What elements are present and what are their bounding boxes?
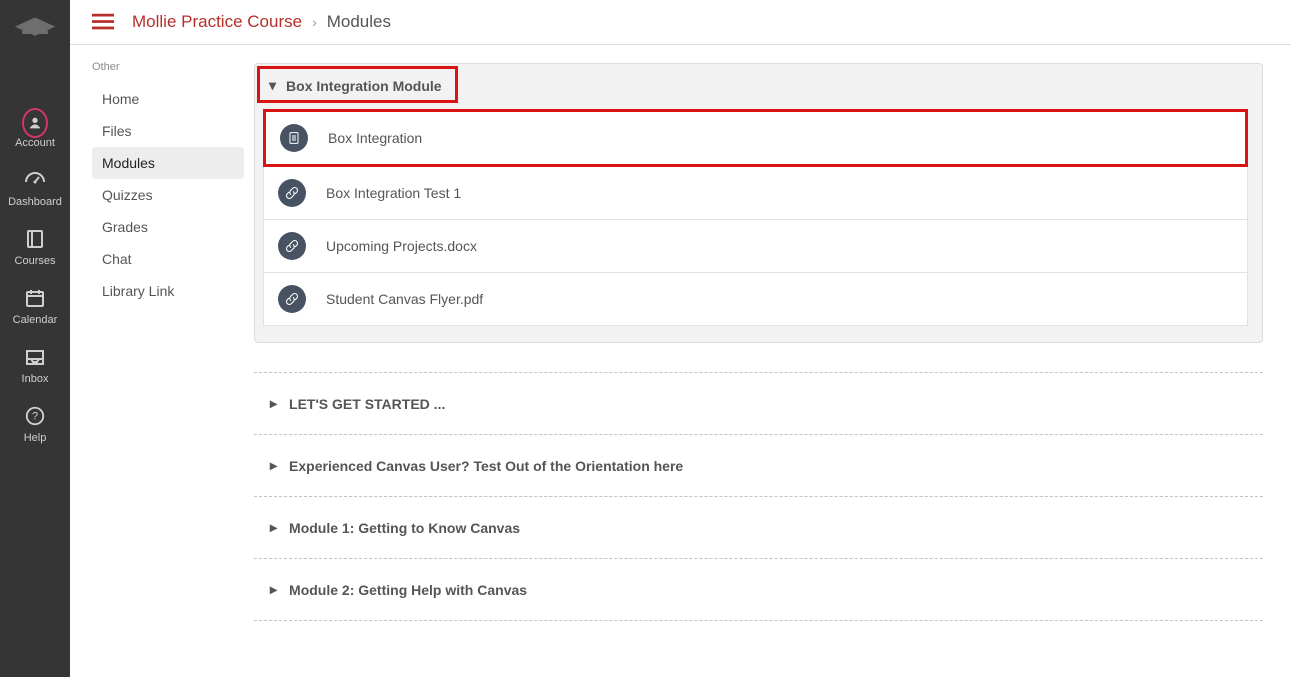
course-nav-section-label: Other bbox=[92, 61, 254, 73]
module-item-upcoming-projects[interactable]: Upcoming Projects.docx bbox=[263, 220, 1248, 273]
nav-inbox[interactable]: Inbox bbox=[0, 342, 70, 387]
modules-area: ▾ Box Integration Module Box Integration bbox=[254, 45, 1291, 677]
main-area: Mollie Practice Course › Modules Other H… bbox=[70, 0, 1291, 677]
module-2-getting-help-with-canvas[interactable]: ▸ Module 2: Getting Help with Canvas bbox=[254, 558, 1263, 621]
logo-icon bbox=[13, 12, 57, 56]
module-title: LET'S GET STARTED ... bbox=[289, 396, 445, 412]
nav-label: Account bbox=[15, 137, 55, 149]
module-item-student-canvas-flyer[interactable]: Student Canvas Flyer.pdf bbox=[263, 273, 1248, 326]
module-item-box-integration[interactable]: Box Integration bbox=[263, 109, 1248, 167]
course-nav-modules[interactable]: Modules bbox=[92, 147, 244, 179]
caret-right-icon: ▸ bbox=[270, 395, 277, 412]
course-nav-chat[interactable]: Chat bbox=[92, 243, 244, 275]
module-1-getting-to-know-canvas[interactable]: ▸ Module 1: Getting to Know Canvas bbox=[254, 496, 1263, 559]
book-icon bbox=[22, 226, 48, 252]
module-item-label: Student Canvas Flyer.pdf bbox=[326, 291, 483, 307]
nav-account[interactable]: Account bbox=[0, 106, 70, 151]
breadcrumb: Mollie Practice Course › Modules bbox=[132, 12, 391, 32]
course-nav-grades[interactable]: Grades bbox=[92, 211, 244, 243]
chevron-right-icon: › bbox=[312, 14, 317, 30]
module-item-label: Upcoming Projects.docx bbox=[326, 238, 477, 254]
module-box-integration: ▾ Box Integration Module Box Integration bbox=[254, 63, 1263, 343]
module-experienced-canvas-user[interactable]: ▸ Experienced Canvas User? Test Out of t… bbox=[254, 434, 1263, 497]
nav-label: Inbox bbox=[22, 373, 49, 385]
module-title: Experienced Canvas User? Test Out of the… bbox=[289, 458, 683, 474]
nav-label: Dashboard bbox=[8, 196, 62, 208]
topbar: Mollie Practice Course › Modules bbox=[70, 0, 1291, 45]
calendar-icon bbox=[22, 285, 48, 311]
hamburger-menu-icon[interactable] bbox=[92, 13, 114, 31]
nav-label: Calendar bbox=[13, 314, 58, 326]
course-nav-home[interactable]: Home bbox=[92, 83, 244, 115]
caret-right-icon: ▸ bbox=[270, 581, 277, 598]
module-item-box-integration-test-1[interactable]: Box Integration Test 1 bbox=[263, 167, 1248, 220]
content: Other Home Files Modules Quizzes Grades … bbox=[70, 45, 1291, 677]
module-title: Module 2: Getting Help with Canvas bbox=[289, 582, 527, 598]
module-item-label: Box Integration bbox=[328, 130, 422, 146]
nav-help[interactable]: ? Help bbox=[0, 401, 70, 446]
course-nav-library-link[interactable]: Library Link bbox=[92, 275, 244, 307]
link-icon bbox=[278, 232, 306, 260]
caret-right-icon: ▸ bbox=[270, 519, 277, 536]
nav-courses[interactable]: Courses bbox=[0, 224, 70, 269]
account-avatar-icon bbox=[22, 108, 48, 138]
module-header-box-integration[interactable]: ▾ Box Integration Module bbox=[257, 66, 458, 103]
page-icon bbox=[280, 124, 308, 152]
caret-down-icon: ▾ bbox=[269, 77, 276, 94]
module-title: Module 1: Getting to Know Canvas bbox=[289, 520, 520, 536]
inbox-icon bbox=[22, 344, 48, 370]
course-nav-quizzes[interactable]: Quizzes bbox=[92, 179, 244, 211]
module-lets-get-started[interactable]: ▸ LET'S GET STARTED ... bbox=[254, 372, 1263, 435]
nav-calendar[interactable]: Calendar bbox=[0, 283, 70, 328]
nav-label: Courses bbox=[15, 255, 56, 267]
link-icon bbox=[278, 179, 306, 207]
global-nav: Account Dashboard Courses Calendar Inbox… bbox=[0, 0, 70, 677]
gauge-icon bbox=[22, 167, 48, 193]
nav-dashboard[interactable]: Dashboard bbox=[0, 165, 70, 210]
link-icon bbox=[278, 285, 306, 313]
svg-text:?: ? bbox=[32, 411, 38, 423]
nav-label: Help bbox=[24, 432, 47, 444]
help-icon: ? bbox=[22, 403, 48, 429]
caret-right-icon: ▸ bbox=[270, 457, 277, 474]
module-title: Box Integration Module bbox=[286, 78, 442, 94]
breadcrumb-current: Modules bbox=[327, 12, 391, 32]
breadcrumb-course-link[interactable]: Mollie Practice Course bbox=[132, 12, 302, 32]
module-items: Box Integration Box Integration Test 1 U… bbox=[255, 105, 1262, 342]
course-nav-files[interactable]: Files bbox=[92, 115, 244, 147]
module-item-label: Box Integration Test 1 bbox=[326, 185, 461, 201]
course-nav: Other Home Files Modules Quizzes Grades … bbox=[70, 45, 254, 677]
